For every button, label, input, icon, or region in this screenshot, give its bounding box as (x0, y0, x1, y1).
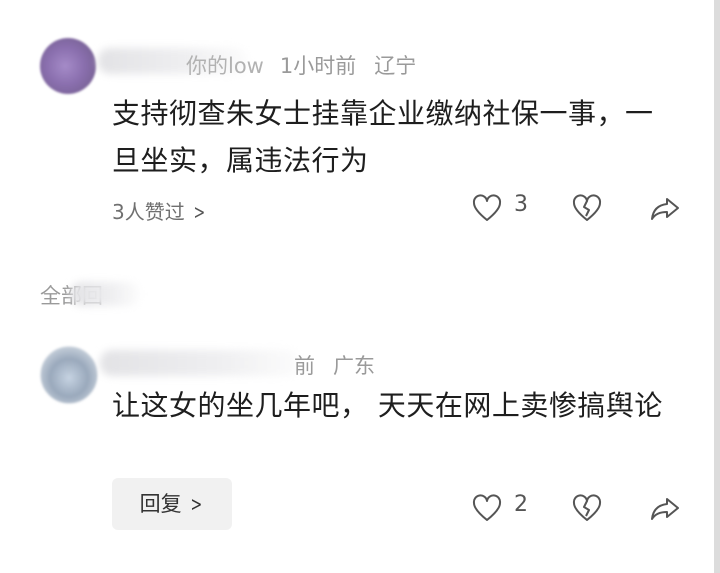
scroll-edge (714, 0, 720, 573)
broken-heart-icon[interactable] (572, 194, 602, 224)
share-arrow-icon[interactable] (650, 494, 680, 524)
chevron-right-icon: > (190, 492, 202, 516)
username[interactable]: 你的low (186, 54, 264, 78)
timestamp: 1小时前 (279, 54, 357, 78)
comment-actions: 3人赞过 > 3 (0, 190, 714, 230)
likers-label: 3人赞过 (112, 200, 185, 224)
chevron-right-icon: > (193, 200, 205, 224)
comment-item: 你的low 1小时前 辽宁 支持彻查朱女士挂靠企业缴纳社保一事，一旦坐实，属违法行为… (0, 0, 714, 250)
like-count: 3 (514, 192, 528, 217)
reply-label: 回复 (139, 492, 182, 516)
location: 广东 (333, 354, 375, 378)
username-redaction (100, 350, 300, 376)
comment-thread-screen: 你的low 1小时前 辽宁 支持彻查朱女士挂靠企业缴纳社保一事，一旦坐实，属违法行为… (0, 0, 720, 573)
reply-button[interactable]: 回复 > (112, 478, 232, 530)
avatar[interactable] (40, 38, 96, 94)
timestamp: 前 (294, 354, 315, 378)
location: 辽宁 (374, 54, 417, 78)
comment-text: 让这女的坐几年吧， 天天在网上卖惨搞舆论 (112, 389, 663, 422)
share-arrow-icon[interactable] (650, 194, 680, 224)
section-redaction (70, 282, 140, 306)
comment-meta: 前广东 (294, 350, 375, 380)
comment-actions: 回复 > 2 (0, 478, 714, 530)
like-count: 2 (514, 492, 528, 517)
broken-heart-icon[interactable] (572, 494, 602, 524)
comment-item: 前广东 让这女的坐几年吧， 天天在网上卖惨搞舆论 回复 > 2 (0, 330, 714, 573)
heart-outline-icon[interactable] (472, 494, 502, 524)
likers-link[interactable]: 3人赞过 > (112, 196, 208, 225)
avatar[interactable] (40, 346, 98, 404)
comment-meta: 你的low 1小时前 辽宁 (186, 50, 416, 80)
comment-text: 支持彻查朱女士挂靠企业缴纳社保一事，一旦坐实，属违法行为 (112, 97, 654, 177)
heart-outline-icon[interactable] (472, 194, 502, 224)
